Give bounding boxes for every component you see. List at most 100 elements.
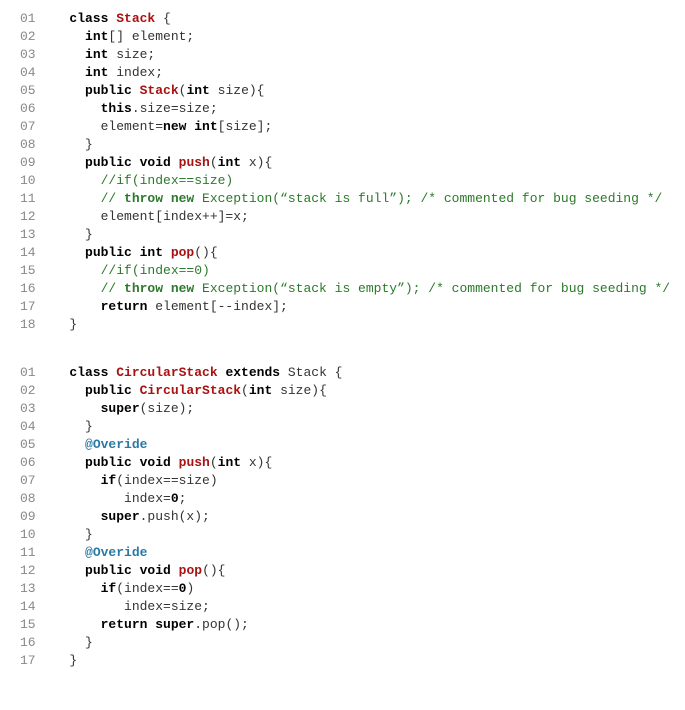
line: 16 // throw new Exception(“stack is empt… xyxy=(20,280,665,298)
code-content: super.push(x); xyxy=(46,508,665,526)
line-number: 17 xyxy=(20,652,46,670)
line-number: 15 xyxy=(20,616,46,634)
line-number: 16 xyxy=(20,634,46,652)
line: 01 class Stack { xyxy=(20,10,665,28)
code-content: return element[--index]; xyxy=(46,298,665,316)
code-content: public void push(int x){ xyxy=(46,154,665,172)
code-content: // throw new Exception(“stack is full”);… xyxy=(46,190,665,208)
line-number: 12 xyxy=(20,562,46,580)
line: 17 } xyxy=(20,652,665,670)
code-content: } xyxy=(46,634,665,652)
line: 11 @Overide xyxy=(20,544,665,562)
code-content: if(index==size) xyxy=(46,472,665,490)
line-number: 10 xyxy=(20,172,46,190)
line: 10 } xyxy=(20,526,665,544)
line-number: 05 xyxy=(20,82,46,100)
code-content: @Overide xyxy=(46,544,665,562)
line: 03 int size; xyxy=(20,46,665,64)
line-number: 01 xyxy=(20,10,46,28)
line-number: 15 xyxy=(20,262,46,280)
code-content: int size; xyxy=(46,46,665,64)
line-number: 13 xyxy=(20,226,46,244)
code-content: public int pop(){ xyxy=(46,244,665,262)
line: 15 return super.pop(); xyxy=(20,616,665,634)
line: 13 } xyxy=(20,226,665,244)
code-block-stack: 01 class Stack { 02 int[] element; 03 in… xyxy=(20,10,665,334)
line-number: 12 xyxy=(20,208,46,226)
code-content: index=size; xyxy=(46,598,665,616)
code-content: if(index==0) xyxy=(46,580,665,598)
line-number: 05 xyxy=(20,436,46,454)
line-number: 01 xyxy=(20,364,46,382)
line: 03 super(size); xyxy=(20,400,665,418)
code-content: class Stack { xyxy=(46,10,665,28)
code-content: @Overide xyxy=(46,436,665,454)
line: 06 public void push(int x){ xyxy=(20,454,665,472)
line-number: 04 xyxy=(20,64,46,82)
code-content: } xyxy=(46,136,665,154)
code-content: element[index++]=x; xyxy=(46,208,665,226)
line: 01 class CircularStack extends Stack { xyxy=(20,364,665,382)
line: 05 @Overide xyxy=(20,436,665,454)
line-number: 11 xyxy=(20,544,46,562)
line: 17 return element[--index]; xyxy=(20,298,665,316)
line: 07 element=new int[size]; xyxy=(20,118,665,136)
line: 09 super.push(x); xyxy=(20,508,665,526)
line: 15 //if(index==0) xyxy=(20,262,665,280)
line: 08 } xyxy=(20,136,665,154)
code-content: //if(index==0) xyxy=(46,262,665,280)
code-block-circularstack: 01 class CircularStack extends Stack { 0… xyxy=(20,364,665,670)
code-content: class CircularStack extends Stack { xyxy=(46,364,665,382)
line-number: 06 xyxy=(20,100,46,118)
line: 08 index=0; xyxy=(20,490,665,508)
line-number: 08 xyxy=(20,490,46,508)
line: 06 this.size=size; xyxy=(20,100,665,118)
line: 10 //if(index==size) xyxy=(20,172,665,190)
code-content: } xyxy=(46,652,665,670)
code-content: } xyxy=(46,526,665,544)
code-content: element=new int[size]; xyxy=(46,118,665,136)
line-number: 09 xyxy=(20,154,46,172)
line-number: 11 xyxy=(20,190,46,208)
code-content: index=0; xyxy=(46,490,665,508)
line-number: 06 xyxy=(20,454,46,472)
line: 05 public Stack(int size){ xyxy=(20,82,665,100)
line: 12 public void pop(){ xyxy=(20,562,665,580)
line-number: 04 xyxy=(20,418,46,436)
code-content: public void pop(){ xyxy=(46,562,665,580)
line-number: 08 xyxy=(20,136,46,154)
code-content: public CircularStack(int size){ xyxy=(46,382,665,400)
code-content: } xyxy=(46,418,665,436)
line-number: 07 xyxy=(20,118,46,136)
line-number: 13 xyxy=(20,580,46,598)
line: 16 } xyxy=(20,634,665,652)
code-content: int[] element; xyxy=(46,28,665,46)
code-content: } xyxy=(46,226,665,244)
line: 09 public void push(int x){ xyxy=(20,154,665,172)
line-number: 09 xyxy=(20,508,46,526)
code-content: public Stack(int size){ xyxy=(46,82,665,100)
line-number: 16 xyxy=(20,280,46,298)
line: 14 public int pop(){ xyxy=(20,244,665,262)
line: 11 // throw new Exception(“stack is full… xyxy=(20,190,665,208)
line-number: 14 xyxy=(20,598,46,616)
line-number: 07 xyxy=(20,472,46,490)
line-number: 17 xyxy=(20,298,46,316)
line-number: 18 xyxy=(20,316,46,334)
code-content: this.size=size; xyxy=(46,100,665,118)
line-number: 02 xyxy=(20,382,46,400)
line-number: 03 xyxy=(20,400,46,418)
code-content: public void push(int x){ xyxy=(46,454,665,472)
code-content: return super.pop(); xyxy=(46,616,665,634)
code-content: int index; xyxy=(46,64,665,82)
line-number: 03 xyxy=(20,46,46,64)
code-content: } xyxy=(46,316,665,334)
line-number: 02 xyxy=(20,28,46,46)
line: 13 if(index==0) xyxy=(20,580,665,598)
line: 07 if(index==size) xyxy=(20,472,665,490)
code-content: //if(index==size) xyxy=(46,172,665,190)
line: 14 index=size; xyxy=(20,598,665,616)
line: 02 int[] element; xyxy=(20,28,665,46)
line: 04 } xyxy=(20,418,665,436)
line: 18 } xyxy=(20,316,665,334)
